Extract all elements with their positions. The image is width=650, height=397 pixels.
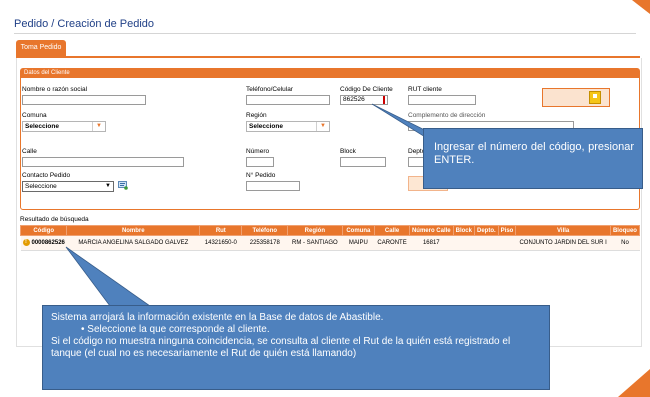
result-callout-line3: Si el código no muestra ninguna coincide… [51, 336, 511, 359]
codigo-callout: Ingresar el número del código, presionar… [423, 128, 643, 189]
result-callout-pointer [65, 246, 152, 307]
result-callout-line2: • Seleccione la que corresponde al clien… [81, 324, 270, 335]
result-callout-line1: Sistema arrojará la información existent… [51, 312, 384, 323]
result-callout: Sistema arrojará la información existent… [42, 305, 550, 390]
